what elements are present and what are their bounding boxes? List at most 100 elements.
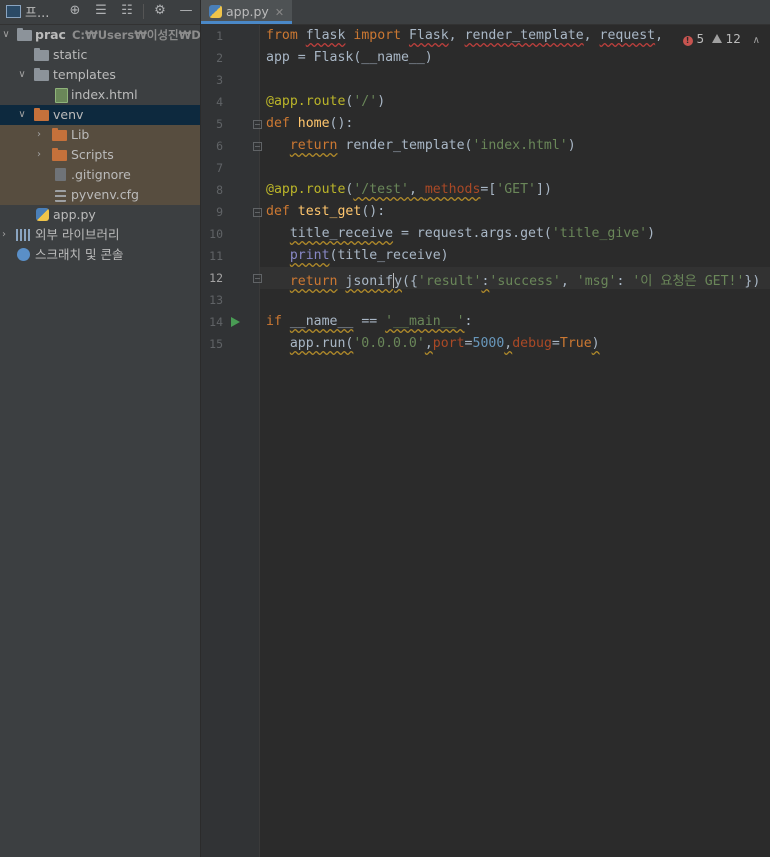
code-line-4: @app.route('/') (266, 94, 385, 109)
token: =[ (480, 182, 497, 197)
code-line-11: print(title_receive) (266, 248, 449, 263)
chevron-down-icon[interactable]: ∨ (0, 25, 12, 45)
tree-item-venv[interactable]: ∨ venv (0, 105, 200, 125)
chevron-right-icon[interactable]: › (33, 125, 45, 145)
line-number: 15 (209, 337, 223, 351)
python-file-icon (36, 208, 49, 221)
code-line-1: from flask import Flask, render_template… (266, 28, 663, 43)
editor-tabs: app.py ✕ (201, 0, 770, 25)
code-line-9: def test_get(): (266, 204, 385, 219)
project-window-icon (6, 5, 21, 18)
chevron-right-icon[interactable]: › (33, 145, 45, 165)
line-number: 13 (209, 293, 223, 307)
library-icon (16, 229, 30, 241)
tree-item-external-libs[interactable]: › 외부 라이브러리 (0, 225, 200, 245)
code-line-12: return jsonify({'result': 'success', 'msg… (266, 270, 760, 289)
folder-icon (34, 108, 49, 121)
token: if (266, 314, 282, 329)
line-number: 9 (216, 205, 223, 219)
token: , (424, 336, 433, 351)
expand-icon[interactable]: ☰ (93, 3, 109, 19)
token: , (560, 274, 577, 289)
token: request (599, 28, 656, 43)
collapse-icon[interactable]: ☷ (119, 3, 135, 19)
token: ({ (402, 274, 418, 289)
tree-item-pyvenv[interactable]: pyvenv.cfg (0, 185, 200, 205)
token: }) (744, 274, 761, 289)
token: == (353, 314, 386, 329)
project-tree: ∨ prac C:₩Users₩이성진₩Deskt static ∨ templa… (0, 25, 200, 265)
run-icon[interactable] (231, 317, 240, 327)
token: render_template (464, 28, 584, 43)
token: 'result' (417, 274, 482, 289)
token: , (448, 28, 465, 43)
token: @app.route (266, 182, 346, 197)
tree-item-label: templates (53, 67, 116, 82)
html-file-icon (55, 88, 68, 103)
tree-item-prac[interactable]: ∨ prac C:₩Users₩이성진₩Deskt (0, 25, 200, 45)
locate-icon[interactable]: ⊕ (67, 3, 83, 19)
code-line-5: def home(): (266, 116, 353, 131)
token: 'success' (489, 274, 561, 289)
token: return (289, 274, 338, 289)
tree-item-label: .gitignore (71, 167, 131, 182)
code-line-8: @app.route('/test', methods=['GET']) (266, 182, 552, 197)
tree-item-static[interactable]: static (0, 45, 200, 65)
line-number: 1 (216, 29, 223, 43)
tree-item-app-py[interactable]: app.py (0, 205, 200, 225)
token: : (464, 314, 473, 329)
token: jsonif (345, 274, 394, 289)
project-path: C:₩Users₩이성진₩Deskt (71, 28, 200, 42)
tree-item-lib[interactable]: › Lib (0, 125, 200, 145)
line-number: 10 (209, 227, 223, 241)
minimize-icon[interactable]: — (178, 3, 194, 19)
token: '이 요청은 GET!' (632, 274, 745, 289)
token: __name__ (289, 314, 354, 329)
token: import (353, 28, 402, 43)
token: (): (361, 204, 386, 219)
token: = (464, 336, 473, 351)
tree-item-index-html[interactable]: index.html (0, 85, 200, 105)
close-icon[interactable]: ✕ (275, 6, 284, 19)
token: @app.route (266, 94, 346, 109)
line-number: 12 (209, 271, 223, 285)
token: = request.args.get( (393, 226, 552, 241)
token: ) (591, 336, 600, 351)
tree-item-label: static (53, 47, 88, 62)
tree-item-label: 외부 라이브러리 (35, 227, 120, 242)
line-number: 14 (209, 315, 223, 329)
tree-item-scripts[interactable]: › Scripts (0, 145, 200, 165)
token: , (583, 28, 600, 43)
project-view-selector[interactable]: 프... (6, 2, 49, 21)
token: (): (329, 116, 354, 131)
code-area[interactable]: from flask import Flask, render_template… (260, 25, 770, 857)
token: ) (567, 138, 576, 153)
token: ]) (536, 182, 552, 197)
scratches-icon (17, 248, 30, 261)
line-number: 4 (216, 95, 223, 109)
folder-icon (52, 148, 67, 161)
token: return (289, 138, 338, 153)
tree-item-templates[interactable]: ∨ templates (0, 65, 200, 85)
token: home (297, 116, 330, 131)
token: ) (647, 226, 656, 241)
tree-item-scratches[interactable]: 스크래치 및 콘솔 (0, 245, 200, 265)
token: methods (424, 182, 481, 197)
token: def (266, 204, 290, 219)
project-title: 프... (25, 6, 50, 21)
chevron-down-icon[interactable]: ∨ (16, 65, 28, 85)
gear-icon[interactable]: ⚙ (152, 3, 168, 19)
line-number: 7 (216, 161, 223, 175)
token: , (408, 182, 425, 197)
chevron-right-icon[interactable]: › (0, 225, 10, 245)
token: , (655, 28, 664, 43)
editor-pane: app.py ✕ 1 2 3 4 5 6 7 8 9 10 11 12 13 14… (201, 0, 770, 857)
tree-item-label: app.py (53, 207, 96, 222)
tree-item-label: 스크래치 및 콘솔 (35, 247, 124, 262)
project-toolbar: 프... ⊕ ☰ ☷ ⚙ — (0, 0, 200, 25)
tab-app-py[interactable]: app.py ✕ (201, 0, 293, 24)
tree-item-gitignore[interactable]: .gitignore (0, 165, 200, 185)
chevron-down-icon[interactable]: ∨ (16, 105, 28, 125)
line-number: 11 (209, 249, 223, 263)
token: '__main__' (385, 314, 465, 329)
